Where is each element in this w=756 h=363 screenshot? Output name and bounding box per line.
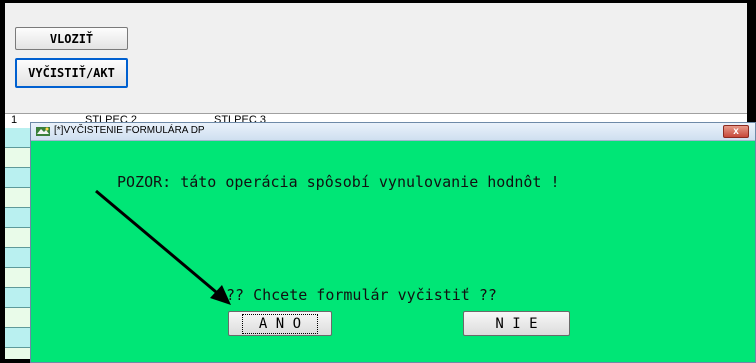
arrow-icon [95,189,231,305]
question-message: ?? Chcete formulár vyčistiť ?? [226,286,497,304]
clear-form-dialog: [*]VYČISTENIE FORMULÁRA DP x POZOR: táto… [30,122,756,363]
no-button[interactable]: N I E [463,311,570,336]
dialog-title: [*]VYČISTENIE FORMULÁRA DP [54,125,205,136]
insert-button[interactable]: VLOZIŤ [15,27,128,50]
column-header-1: 1 [11,114,18,126]
clear-button[interactable]: VYČISTIŤ/AKT [15,58,128,88]
yes-button-label: A N O [241,313,319,334]
dialog-titlebar[interactable]: [*]VYČISTENIE FORMULÁRA DP x [31,123,755,141]
app-icon [35,125,51,138]
yes-button[interactable]: A N O [228,311,332,336]
close-icon[interactable]: x [723,125,749,138]
